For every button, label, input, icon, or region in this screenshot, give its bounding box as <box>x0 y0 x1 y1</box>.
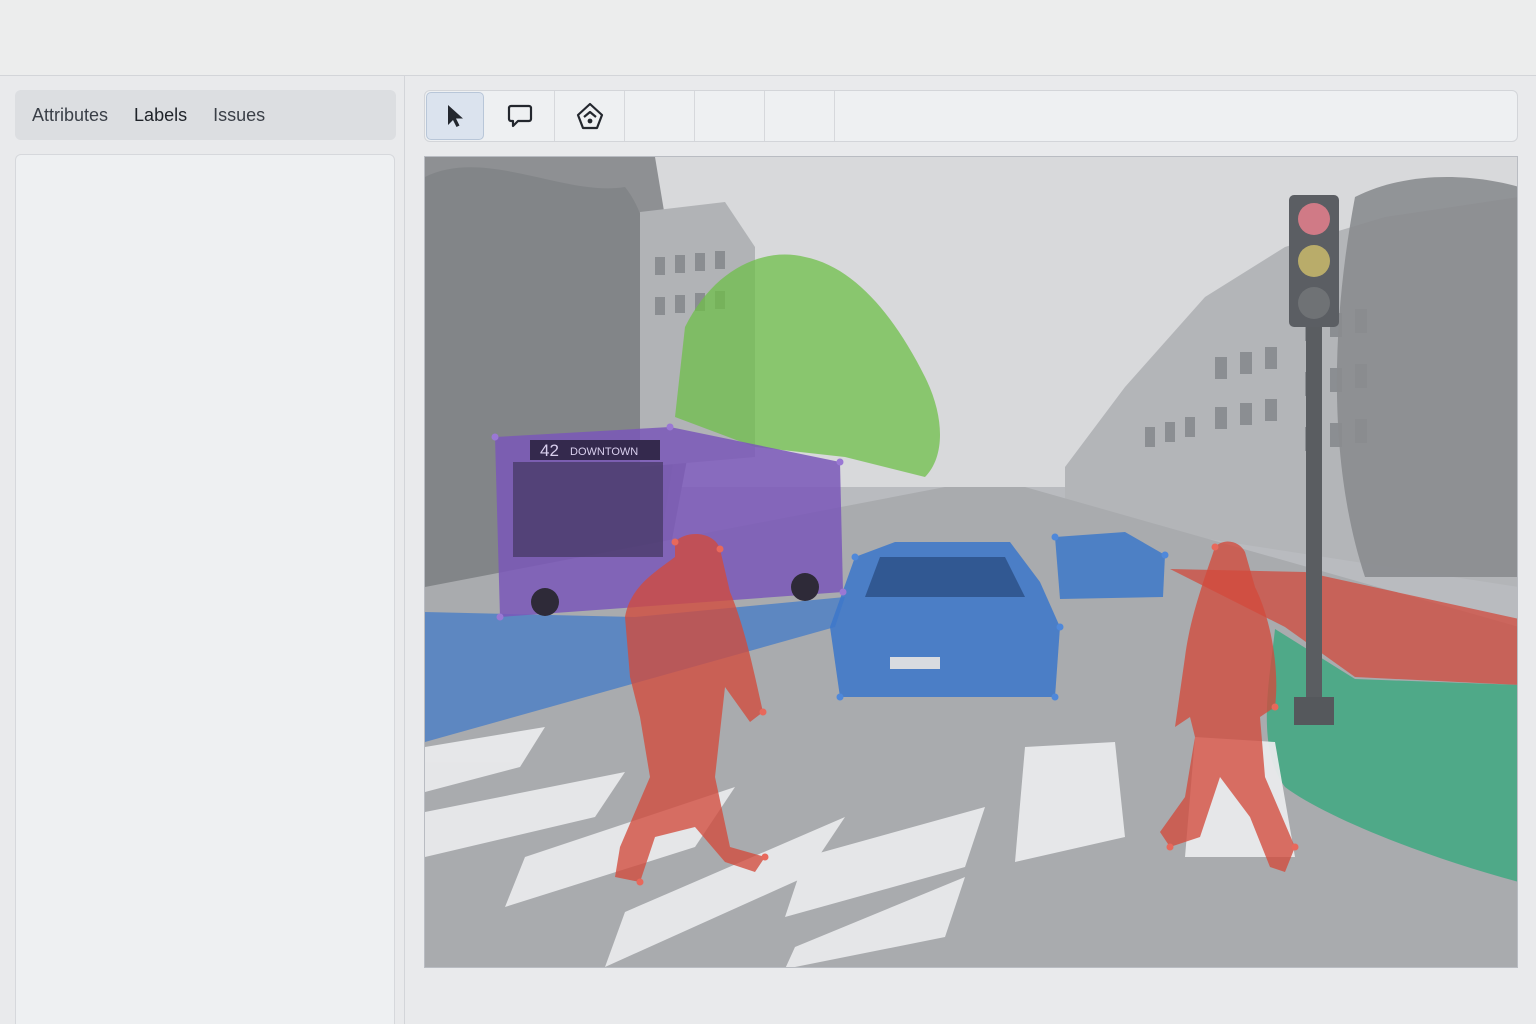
tab-labels[interactable]: Labels <box>121 94 200 136</box>
polygon-nodes-icon <box>576 102 603 130</box>
app-top-bar <box>0 0 1536 76</box>
annotation-canvas[interactable]: 42 DOWNTOWN <box>424 156 1518 968</box>
comment-tool-button[interactable] <box>485 91 555 141</box>
speech-bubble-icon <box>507 104 532 128</box>
toolbar-empty-slot <box>765 91 835 141</box>
street-scene-image[interactable]: 42 DOWNTOWN <box>425 157 1518 968</box>
polygon-tool-button[interactable] <box>555 91 625 141</box>
toolbar-empty-slot <box>625 91 695 141</box>
bus-route-number: 42 <box>540 441 559 460</box>
toolbar-empty-slot <box>695 91 765 141</box>
panel-divider <box>404 76 405 1024</box>
annotation-toolbar <box>424 90 1518 142</box>
canvas-footer-area <box>424 968 1518 1024</box>
tab-issues[interactable]: Issues <box>200 94 278 136</box>
cursor-arrow-icon <box>448 105 463 127</box>
select-tool-button[interactable] <box>426 92 484 140</box>
tab-attributes[interactable]: Attributes <box>19 94 121 136</box>
bus-destination-sign: DOWNTOWN <box>570 446 638 458</box>
sidebar-tab-bar: Attributes Labels Issues <box>15 90 396 140</box>
sidebar-content-panel <box>15 154 395 1024</box>
